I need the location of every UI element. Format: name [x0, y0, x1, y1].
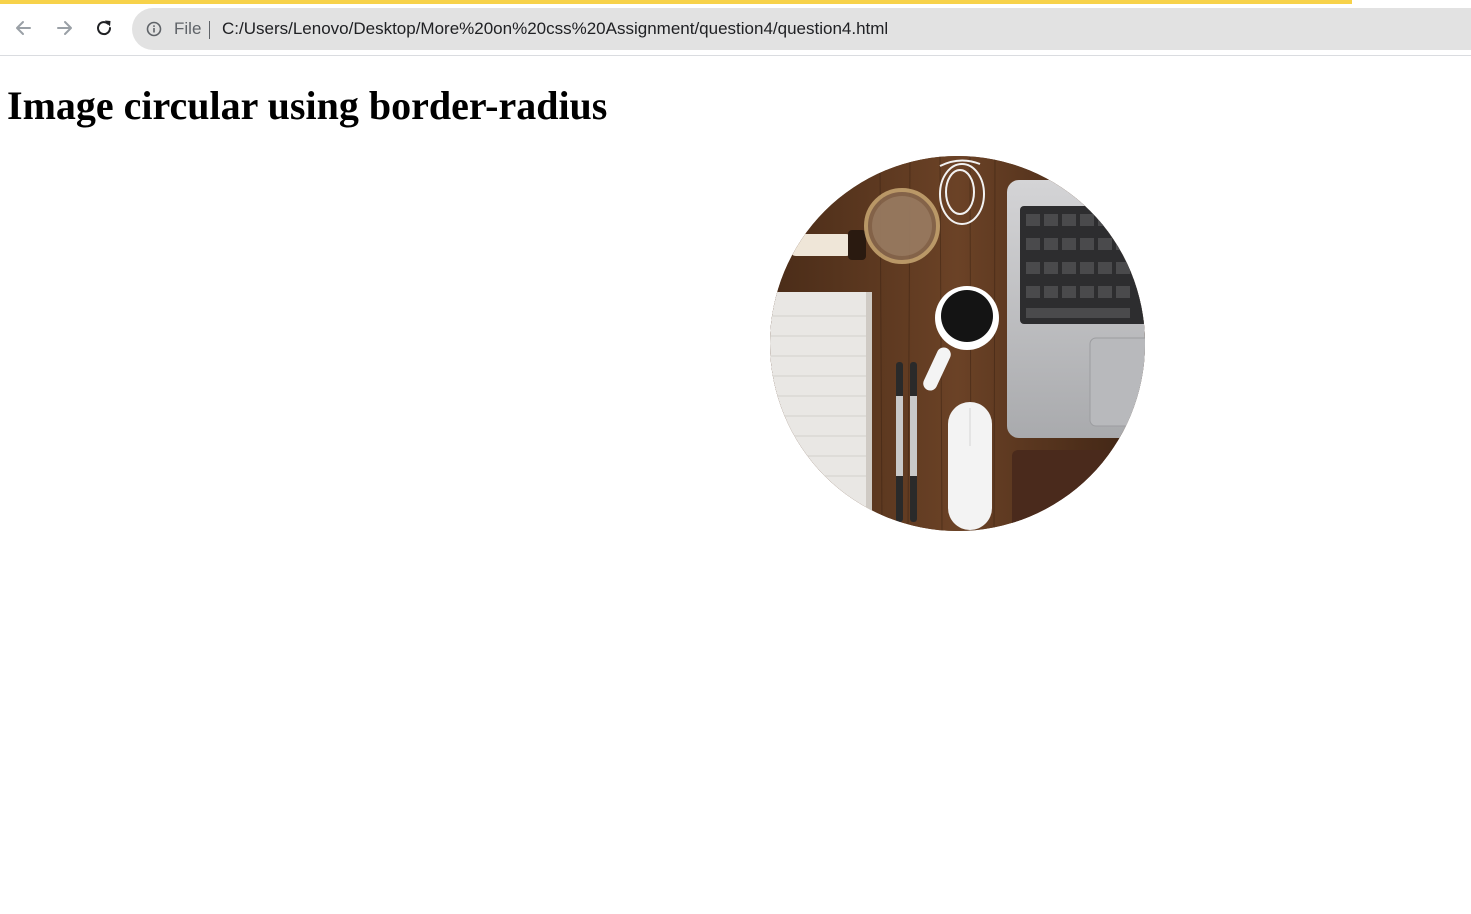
circular-image: [770, 156, 1145, 531]
scheme-label: File: [174, 19, 202, 38]
desk-flatlay-photo: [770, 156, 1145, 531]
page-heading: Image circular using border-radius: [7, 83, 608, 128]
address-divider: [209, 21, 210, 39]
browser-toolbar: File C:/Users/Lenovo/Desktop/More%20on%2…: [0, 4, 1471, 56]
info-circle-icon[interactable]: [146, 21, 162, 37]
reload-button[interactable]: [90, 14, 118, 42]
arrow-right-icon: [54, 18, 74, 38]
back-button[interactable]: [10, 14, 38, 42]
reload-icon: [94, 18, 114, 38]
address-bar[interactable]: File C:/Users/Lenovo/Desktop/More%20on%2…: [132, 8, 1471, 50]
url-text[interactable]: C:/Users/Lenovo/Desktop/More%20on%20css%…: [222, 19, 888, 39]
arrow-left-icon: [14, 18, 34, 38]
forward-button[interactable]: [50, 14, 78, 42]
